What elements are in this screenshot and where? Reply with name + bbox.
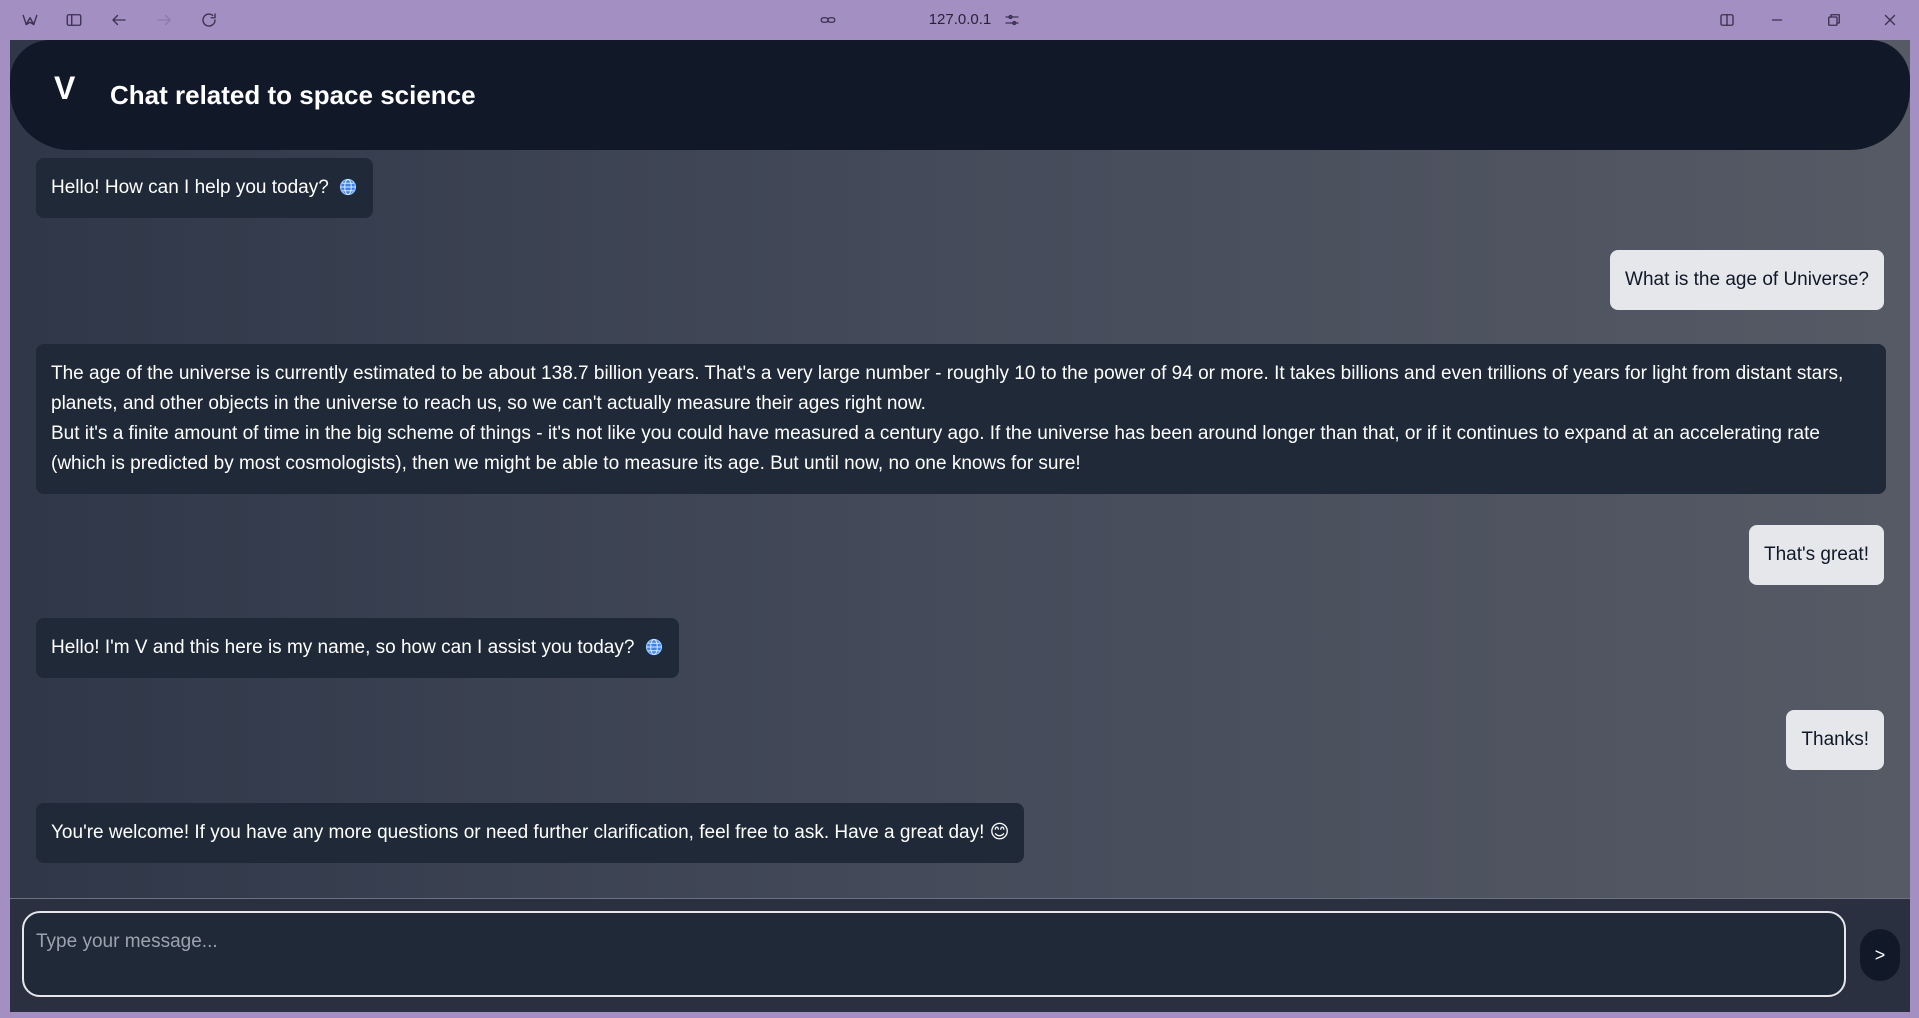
browser-logo-icon[interactable] (18, 8, 42, 32)
message-text: What is the age of Universe? (1625, 269, 1869, 290)
globe-icon (339, 178, 357, 196)
bot-message: Hello! I'm V and this here is my name, s… (36, 618, 679, 678)
chat-header: V Chat related to space science (10, 40, 1910, 150)
split-view-icon[interactable] (1715, 8, 1739, 32)
forward-arrow-icon[interactable] (152, 8, 176, 32)
link-icon[interactable] (816, 8, 840, 32)
message-text: Hello! I'm V and this here is my name, s… (51, 637, 635, 658)
close-icon[interactable] (1878, 8, 1902, 32)
bot-message: Hello! How can I help you today? (36, 158, 374, 218)
message-composer: Type your message... > (10, 898, 1910, 1012)
user-message: That's great! (1748, 525, 1884, 585)
reload-icon[interactable] (197, 8, 221, 32)
app-logo: V (54, 70, 76, 106)
chat-app: V Chat related to space science Hello! H… (10, 40, 1910, 1012)
bot-message: The age of the universe is currently est… (36, 344, 1886, 494)
user-message: What is the age of Universe? (1610, 250, 1884, 310)
message-text: You're welcome! If you have any more que… (51, 822, 1010, 843)
site-settings-icon[interactable] (1000, 8, 1024, 32)
browser-titlebar: 127.0.0.1 (0, 0, 1919, 40)
page-title: Chat related to space science (110, 80, 476, 110)
send-button[interactable]: > (1860, 929, 1900, 981)
sidebar-toggle-icon[interactable] (62, 8, 86, 32)
message-text: That's great! (1763, 544, 1869, 565)
message-text: Hello! How can I help you today? (51, 177, 329, 198)
back-arrow-icon[interactable] (107, 8, 131, 32)
message-paragraph: The age of the universe is currently est… (51, 363, 1844, 414)
restore-icon[interactable] (1822, 8, 1846, 32)
message-paragraph: But it's a finite amount of time in the … (51, 423, 1820, 474)
message-input[interactable]: Type your message... (22, 911, 1846, 997)
globe-icon (645, 638, 662, 656)
message-text: Thanks! (1801, 729, 1869, 750)
bot-message: You're welcome! If you have any more que… (36, 803, 1025, 863)
user-message: Thanks! (1786, 710, 1884, 770)
minimize-icon[interactable] (1765, 8, 1789, 32)
